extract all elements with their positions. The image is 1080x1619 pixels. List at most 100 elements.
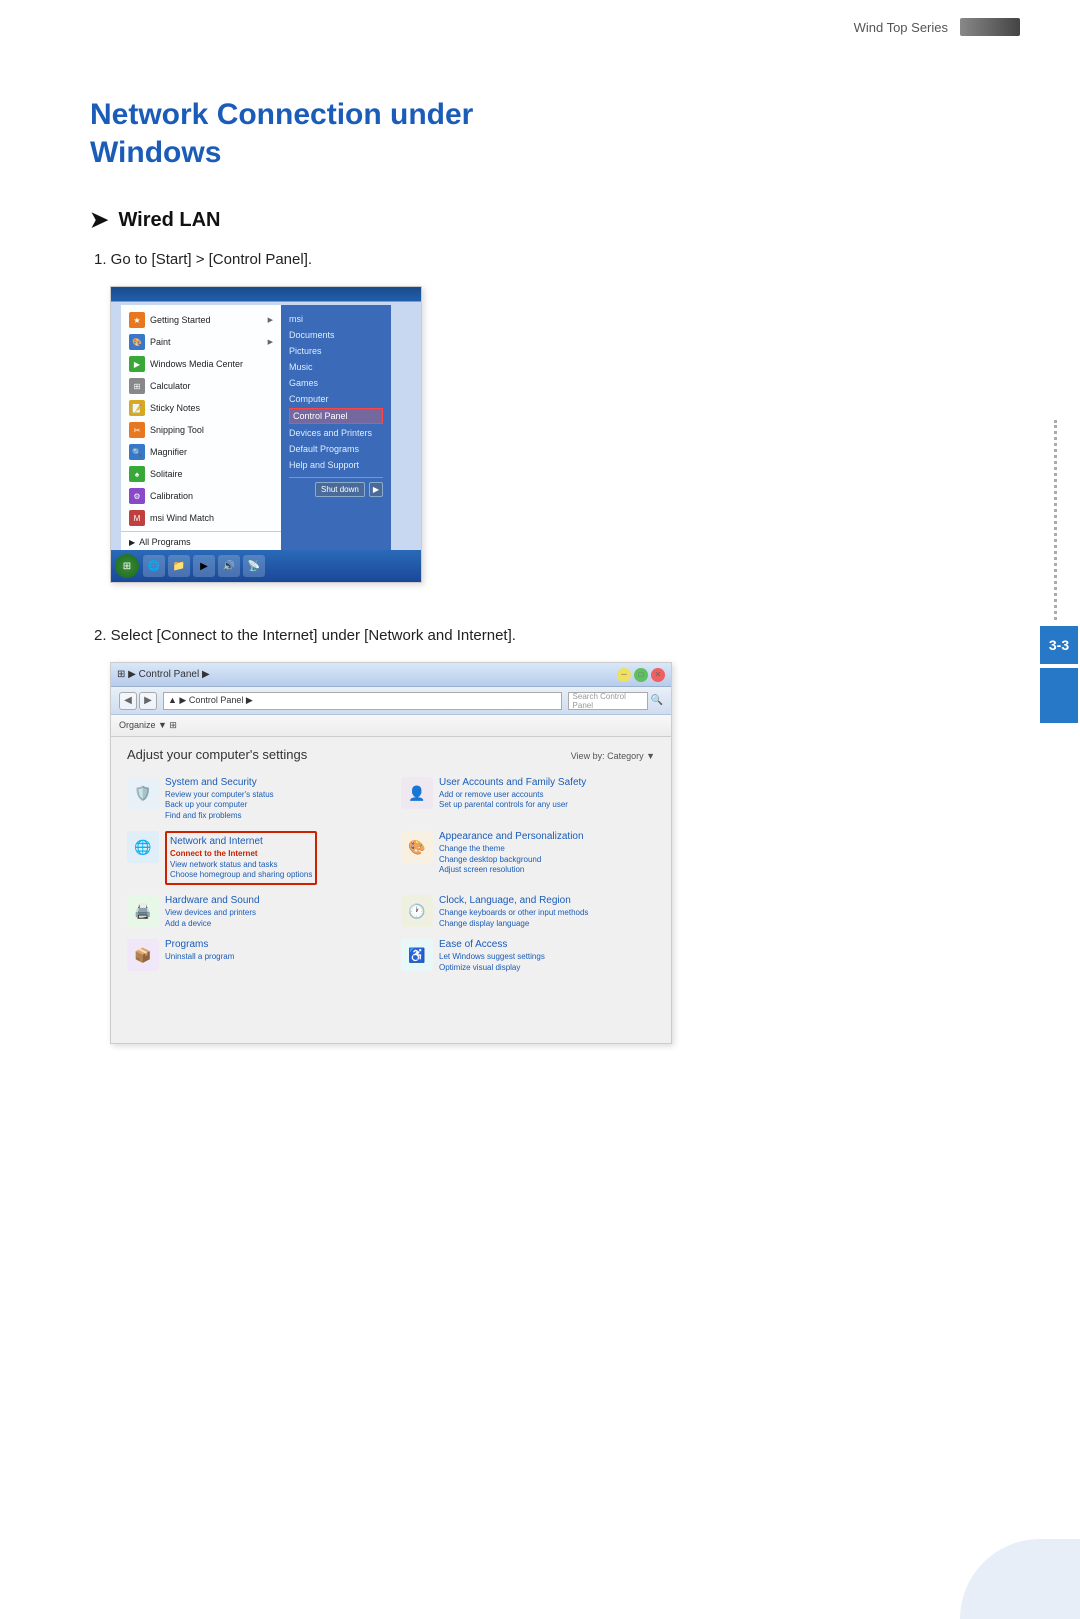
cp-programs: 📦 Programs Uninstall a program	[127, 939, 381, 973]
menu-item-sticky-notes[interactable]: 📝 Sticky Notes	[121, 397, 281, 419]
taskbar-item-media[interactable]: ▶	[193, 555, 215, 577]
taskbar-item-extra2[interactable]: 📡	[243, 555, 265, 577]
cp-network-internet-links: Connect to the Internet View network sta…	[170, 849, 312, 880]
right-panel-documents[interactable]: Documents	[289, 327, 383, 343]
solitaire-icon: ♠	[129, 466, 145, 482]
sticky-notes-icon: 📝	[129, 400, 145, 416]
getting-started-icon: ★	[129, 312, 145, 328]
cp-programs-title[interactable]: Programs	[165, 939, 234, 950]
page-title: Network Connection under Windows	[90, 96, 890, 171]
cp-minimize-button[interactable]: －	[617, 668, 631, 682]
start-button[interactable]: ⊞	[115, 554, 139, 578]
menu-item-msi-wind-match[interactable]: M msi Wind Match	[121, 507, 281, 529]
page-number-badge: 3-3	[1040, 626, 1078, 664]
menu-item-all-programs[interactable]: ▶ All Programs	[121, 534, 281, 550]
right-panel-music[interactable]: Music	[289, 359, 383, 375]
right-panel-games[interactable]: Games	[289, 375, 383, 391]
start-menu-screenshot-container: ★ Getting Started ▶ 🎨 Paint ▶ ▶ Windows …	[110, 286, 422, 583]
menu-item-calculator[interactable]: ⊞ Calculator	[121, 375, 281, 397]
taskbar-items: 🌐 📁 ▶ 🔊 📡	[143, 555, 265, 577]
cp-appearance: 🎨 Appearance and Personalization Change …	[401, 831, 655, 885]
cp-system-security-title[interactable]: System and Security	[165, 777, 274, 788]
taskbar-item-explorer[interactable]: 📁	[168, 555, 190, 577]
cp-nav-arrows: ◀ ▶	[119, 692, 157, 710]
bottom-curve-decoration	[960, 1539, 1080, 1619]
cp-title-text: ⊞ ▶ Control Panel ▶	[117, 669, 617, 680]
cp-address-bar[interactable]: ▲ ▶ Control Panel ▶	[163, 692, 562, 710]
right-panel-control-panel[interactable]: Control Panel	[289, 408, 383, 424]
shutdown-arrow[interactable]: ▶	[369, 482, 383, 497]
paint-icon: 🎨	[129, 334, 145, 350]
menu-item-solitaire[interactable]: ♠ Solitaire	[121, 463, 281, 485]
calibration-icon: ⚙	[129, 488, 145, 504]
menu-item-paint[interactable]: 🎨 Paint ▶	[121, 331, 281, 353]
right-panel-pictures[interactable]: Pictures	[289, 343, 383, 359]
cp-categories-grid: 🛡️ System and Security Review your compu…	[127, 777, 655, 973]
section-heading-label: Wired LAN	[118, 209, 220, 232]
main-content: Network Connection under Windows ➤ Wired…	[0, 46, 980, 1148]
right-panel-divider	[289, 477, 383, 478]
start-menu-left-panel: ★ Getting Started ▶ 🎨 Paint ▶ ▶ Windows …	[121, 305, 281, 579]
cp-content: Adjust your computer's settings View by:…	[111, 737, 671, 983]
cp-appearance-title[interactable]: Appearance and Personalization	[439, 831, 584, 842]
cp-network-internet-text: Network and Internet Connect to the Inte…	[165, 831, 317, 885]
cp-appearance-text: Appearance and Personalization Change th…	[439, 831, 584, 875]
taskbar-item-ie[interactable]: 🌐	[143, 555, 165, 577]
taskbar: ⊞ 🌐 📁 ▶ 🔊 📡	[111, 550, 421, 582]
right-tab-dots	[1054, 420, 1065, 620]
menu-item-magnifier[interactable]: 🔍 Magnifier	[121, 441, 281, 463]
cp-ease-of-access-text: Ease of Access Let Windows suggest setti…	[439, 939, 545, 973]
cp-search-icon[interactable]: 🔍	[651, 695, 663, 706]
series-label: Wind Top Series	[854, 20, 948, 35]
cp-system-security: 🛡️ System and Security Review your compu…	[127, 777, 381, 821]
cp-search-input[interactable]: Search Control Panel	[568, 692, 648, 710]
right-panel-default-programs[interactable]: Default Programs	[289, 441, 383, 457]
step2-text: 2. Select [Connect to the Internet] unde…	[94, 627, 890, 644]
right-panel-msi[interactable]: msi	[289, 311, 383, 327]
snipping-tool-icon: ✂	[129, 422, 145, 438]
cp-maximize-button[interactable]: □	[634, 668, 648, 682]
shutdown-button[interactable]: Shut down	[315, 482, 365, 497]
cp-network-internet: 🌐 Network and Internet Connect to the In…	[127, 831, 381, 885]
right-tab: 3-3	[1038, 420, 1080, 723]
cp-appearance-icon: 🎨	[401, 831, 433, 863]
cp-appearance-links: Change the theme Change desktop backgrou…	[439, 844, 584, 875]
cp-user-accounts: 👤 User Accounts and Family Safety Add or…	[401, 777, 655, 821]
cp-ease-of-access-icon: ♿	[401, 939, 433, 971]
cp-clock-language-title[interactable]: Clock, Language, and Region	[439, 895, 588, 906]
section-heading-wired-lan: ➤ Wired LAN	[90, 207, 890, 233]
right-panel-devices[interactable]: Devices and Printers	[289, 425, 383, 441]
start-menu-popup: ★ Getting Started ▶ 🎨 Paint ▶ ▶ Windows …	[121, 305, 411, 579]
cp-clock-language-links: Change keyboards or other input methods …	[439, 908, 588, 929]
page-container: Wind Top Series 3-3 Network Connection u…	[0, 0, 1080, 1619]
menu-item-wmc[interactable]: ▶ Windows Media Center	[121, 353, 281, 375]
cp-window-buttons: － □ ✕	[617, 668, 665, 682]
cp-back-button[interactable]: ◀	[119, 692, 137, 710]
cp-viewby: View by: Category ▼	[571, 751, 655, 761]
cp-ease-of-access-title[interactable]: Ease of Access	[439, 939, 545, 950]
cp-ease-of-access: ♿ Ease of Access Let Windows suggest set…	[401, 939, 655, 973]
taskbar-item-extra1[interactable]: 🔊	[218, 555, 240, 577]
wmc-icon: ▶	[129, 356, 145, 372]
cp-close-button[interactable]: ✕	[651, 668, 665, 682]
cp-system-security-links: Review your computer's status Back up yo…	[165, 790, 274, 821]
cp-hardware-sound-title[interactable]: Hardware and Sound	[165, 895, 260, 906]
cp-network-internet-title[interactable]: Network and Internet	[170, 836, 312, 847]
step1-text: 1. Go to [Start] > [Control Panel].	[94, 251, 890, 268]
cp-adjust-title: Adjust your computer's settings	[127, 747, 307, 762]
menu-item-snipping-tool[interactable]: ✂ Snipping Tool	[121, 419, 281, 441]
cp-clock-language-text: Clock, Language, and Region Change keybo…	[439, 895, 588, 929]
cp-forward-button[interactable]: ▶	[139, 692, 157, 710]
menu-item-calibration[interactable]: ⚙ Calibration	[121, 485, 281, 507]
menu-item-getting-started[interactable]: ★ Getting Started ▶	[121, 309, 281, 331]
start-menu-screenshot: ★ Getting Started ▶ 🎨 Paint ▶ ▶ Windows …	[111, 287, 421, 582]
header-accent-bar	[960, 18, 1020, 36]
start-menu-right-panel: msi Documents Pictures Music Games Compu…	[281, 305, 391, 579]
shutdown-row: Shut down ▶	[289, 482, 383, 497]
cp-programs-links: Uninstall a program	[165, 952, 234, 962]
cp-user-accounts-title[interactable]: User Accounts and Family Safety	[439, 777, 586, 788]
cp-search-area: Search Control Panel 🔍	[568, 692, 663, 710]
right-panel-computer[interactable]: Computer	[289, 391, 383, 407]
section-arrow-icon: ➤	[90, 207, 108, 233]
right-panel-help[interactable]: Help and Support	[289, 457, 383, 473]
